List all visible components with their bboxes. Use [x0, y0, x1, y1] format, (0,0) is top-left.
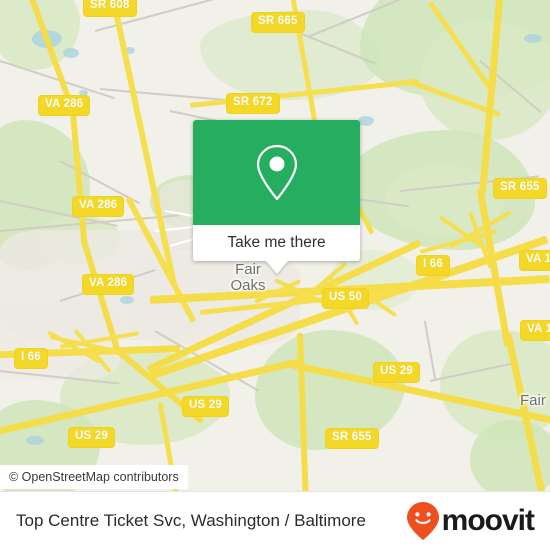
attribution[interactable]: © OpenStreetMap contributors [0, 465, 188, 489]
take-me-there-button[interactable]: Take me there [193, 225, 360, 261]
road-shield: US 29 [68, 427, 115, 448]
moovit-smiley-pin-icon [406, 502, 439, 540]
road-shield: SR 608 [83, 0, 137, 17]
take-me-there-label: Take me there [227, 234, 326, 251]
road-shield: I 66 [416, 255, 450, 276]
road-shield: SR 672 [226, 93, 280, 114]
location-popup[interactable]: Take me there [193, 120, 360, 274]
road-shield: VA 12 [519, 250, 550, 271]
moovit-logo[interactable]: moovit [406, 501, 535, 541]
road-shield: I 66 [14, 348, 48, 369]
popup-pointer [265, 261, 288, 274]
road-shield: VA 286 [38, 95, 91, 116]
road-shield: VA 286 [72, 196, 125, 217]
road-shield: SR 665 [251, 12, 305, 33]
map-pin-icon [256, 144, 297, 200]
road-shield: VA 1 [520, 320, 550, 341]
footer-bar: Top Centre Ticket Svc, Washington / Balt… [0, 492, 550, 550]
road-shield: US 29 [182, 396, 229, 417]
road-shield: SR 655 [493, 178, 547, 199]
road-shield: US 50 [322, 288, 369, 309]
road-shield: SR 655 [325, 428, 379, 449]
popup-header [193, 120, 360, 225]
map-screenshot: Fair Oaks Fair SR 608 SR 665 VA 286 SR 672 V… [0, 0, 550, 550]
road-shield: US 29 [373, 362, 420, 383]
page-title: Top Centre Ticket Svc, Washington / Balt… [16, 511, 366, 530]
map-canvas[interactable]: Fair Oaks Fair SR 608 SR 665 VA 286 SR 672 V… [0, 0, 550, 492]
moovit-wordmark: moovit [441, 504, 535, 537]
road-shield: VA 286 [82, 274, 135, 295]
